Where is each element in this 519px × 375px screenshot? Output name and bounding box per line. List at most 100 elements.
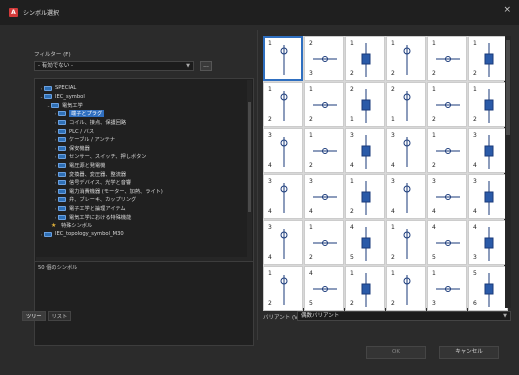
terminal-number: 1 xyxy=(350,116,354,123)
symbol-cell[interactable]: 34 xyxy=(263,174,303,219)
terminal-number: 5 xyxy=(309,300,313,307)
symbol-cell[interactable]: 12 xyxy=(386,220,426,265)
symbol-cell[interactable]: 12 xyxy=(345,36,385,81)
terminal-number: 2 xyxy=(432,70,436,77)
tree-node[interactable]: › 電力消費機器 (モーター、加熱、ライト) xyxy=(53,187,163,195)
folder-icon xyxy=(44,85,52,91)
panel-splitter[interactable] xyxy=(257,30,258,340)
terminal-number: 2 xyxy=(309,162,313,169)
terminal-number: 1 xyxy=(309,132,313,139)
tab-tree[interactable]: ツリー xyxy=(22,311,46,321)
tree-node[interactable]: › コイル、接点、保護回路 xyxy=(53,118,126,126)
folder-icon xyxy=(58,111,66,117)
terminal-number: 4 xyxy=(268,162,272,169)
tree-node[interactable]: › センサー、スイッチ、押しボタン xyxy=(53,153,146,161)
tree-node[interactable]: › 弁、ブレーキ、カップリング xyxy=(53,196,136,204)
terminal-number: 3 xyxy=(473,254,477,261)
symbol-cell[interactable]: 34 xyxy=(427,174,467,219)
tree-node[interactable]: › SPECIAL xyxy=(39,84,77,92)
tree-node[interactable]: › 電子工学と論理アイテム xyxy=(53,204,126,212)
symbol-cell[interactable]: 56 xyxy=(468,266,508,311)
symbol-cell[interactable]: 12 xyxy=(304,220,344,265)
ok-button[interactable]: OK xyxy=(366,346,426,359)
symbol-cell[interactable]: 12 xyxy=(304,128,344,173)
cancel-button[interactable]: キャンセル xyxy=(439,346,499,359)
symbol-cell[interactable]: 12 xyxy=(468,82,508,127)
tree-node[interactable]: › IEC_topology_symbol_M30 xyxy=(39,230,124,238)
terminal-number: 1 xyxy=(350,270,354,277)
symbol-cell[interactable]: 12 xyxy=(386,36,426,81)
tree-node[interactable]: › 信号デバイス、光学と音響 xyxy=(53,179,131,187)
symbol-cell[interactable]: 12 xyxy=(427,128,467,173)
terminal-number: 3 xyxy=(268,224,272,231)
variant-dropdown[interactable]: 偶数バリアント ▼ xyxy=(297,311,511,321)
left-panel: フィルター (F) - 有効でない - ▼ ... › SPECIAL ⌄ IEC_s… xyxy=(22,34,254,346)
tree-node[interactable]: › ケーブル / アンテナ xyxy=(53,136,115,144)
symbol-cell[interactable]: 1 xyxy=(263,36,303,81)
symbol-cell[interactable]: 34 xyxy=(345,128,385,173)
symbol-cell[interactable]: 34 xyxy=(386,174,426,219)
symbol-cell[interactable]: 23 xyxy=(304,36,344,81)
terminal-number: 2 xyxy=(268,116,272,123)
app-logo-icon: A xyxy=(9,8,18,17)
symbol-cell[interactable]: 34 xyxy=(386,128,426,173)
symbol-cell[interactable]: 45 xyxy=(345,220,385,265)
folder-icon xyxy=(58,119,66,125)
symbol-cell[interactable]: 12 xyxy=(386,266,426,311)
symbol-cell[interactable]: 34 xyxy=(468,174,508,219)
terminal-number: 4 xyxy=(268,254,272,261)
symbol-tree[interactable]: › SPECIAL ⌄ IEC_symbol ⌄ 電気工学 › 端子とプラグ › コイル、接点、保… xyxy=(34,78,254,263)
tree-node[interactable]: › 電圧源と発電機 xyxy=(53,161,105,169)
tree-node[interactable]: ⌄ IEC_symbol xyxy=(39,93,85,101)
symbol-cell[interactable]: 12 xyxy=(263,82,303,127)
symbol-cell[interactable]: 21 xyxy=(386,82,426,127)
symbol-cell[interactable]: 45 xyxy=(304,266,344,311)
terminal-number: 4 xyxy=(473,208,477,215)
symbol-cell[interactable]: 34 xyxy=(304,174,344,219)
symbol-cell[interactable]: 12 xyxy=(345,266,385,311)
grid-vertical-scrollbar[interactable] xyxy=(505,36,511,308)
symbol-cell[interactable]: 12 xyxy=(345,174,385,219)
symbol-cell[interactable]: 13 xyxy=(427,266,467,311)
left-panel-tabs: ツリー リスト xyxy=(22,311,72,321)
tree-node-label: 電気工学 xyxy=(62,102,83,109)
folder-icon xyxy=(58,171,66,177)
symbol-cell[interactable]: 21 xyxy=(345,82,385,127)
symbol-cell[interactable]: 12 xyxy=(263,266,303,311)
tree-node[interactable]: › 変換器、変圧器、整流器 xyxy=(53,170,126,178)
symbol-preview-grid[interactable]: 1231212121212122121121234123434123434341… xyxy=(263,36,508,311)
terminal-number: 2 xyxy=(473,116,477,123)
tree-node[interactable]: ⌄ 電気工学 xyxy=(46,101,83,109)
tree-node[interactable]: ★ 特殊シンボル xyxy=(46,222,92,230)
folder-icon xyxy=(58,205,66,211)
symbol-cell[interactable]: 12 xyxy=(427,82,467,127)
symbol-cell[interactable]: 12 xyxy=(304,82,344,127)
terminal-number: 1 xyxy=(391,270,395,277)
scrollbar-thumb[interactable] xyxy=(506,40,510,135)
tree-node[interactable]: › 保安機器 xyxy=(53,144,90,152)
terminal-number: 2 xyxy=(309,116,313,123)
terminal-number: 1 xyxy=(391,224,395,231)
symbol-cell[interactable]: 34 xyxy=(263,128,303,173)
tab-list[interactable]: リスト xyxy=(47,311,72,321)
filter-edit-button[interactable]: ... xyxy=(200,61,212,71)
symbol-cell[interactable]: 12 xyxy=(468,36,508,81)
symbol-cell[interactable]: 12 xyxy=(427,36,467,81)
symbol-cell[interactable]: 43 xyxy=(468,220,508,265)
tree-node-label: 端子とプラグ xyxy=(69,110,105,118)
scrollbar-thumb[interactable] xyxy=(248,102,251,212)
symbol-cell[interactable]: 34 xyxy=(468,128,508,173)
terminal-number: 2 xyxy=(432,116,436,123)
terminal-number: 1 xyxy=(391,40,395,47)
tree-node-label: 保安機器 xyxy=(69,145,90,152)
tree-vertical-scrollbar[interactable] xyxy=(247,80,252,262)
folder-icon xyxy=(58,154,66,160)
symbol-cell[interactable]: 34 xyxy=(263,220,303,265)
tree-node[interactable]: › 端子とプラグ xyxy=(53,110,105,118)
tree-node[interactable]: › PLC / バス xyxy=(53,127,94,135)
symbol-count-text: 50 個のシンボル xyxy=(38,265,78,271)
close-icon[interactable]: × xyxy=(503,5,511,15)
tree-node[interactable]: › 電気工学における特殊機能 xyxy=(53,213,131,221)
filter-dropdown[interactable]: - 有効でない - ▼ xyxy=(34,61,194,71)
symbol-cell[interactable]: 45 xyxy=(427,220,467,265)
